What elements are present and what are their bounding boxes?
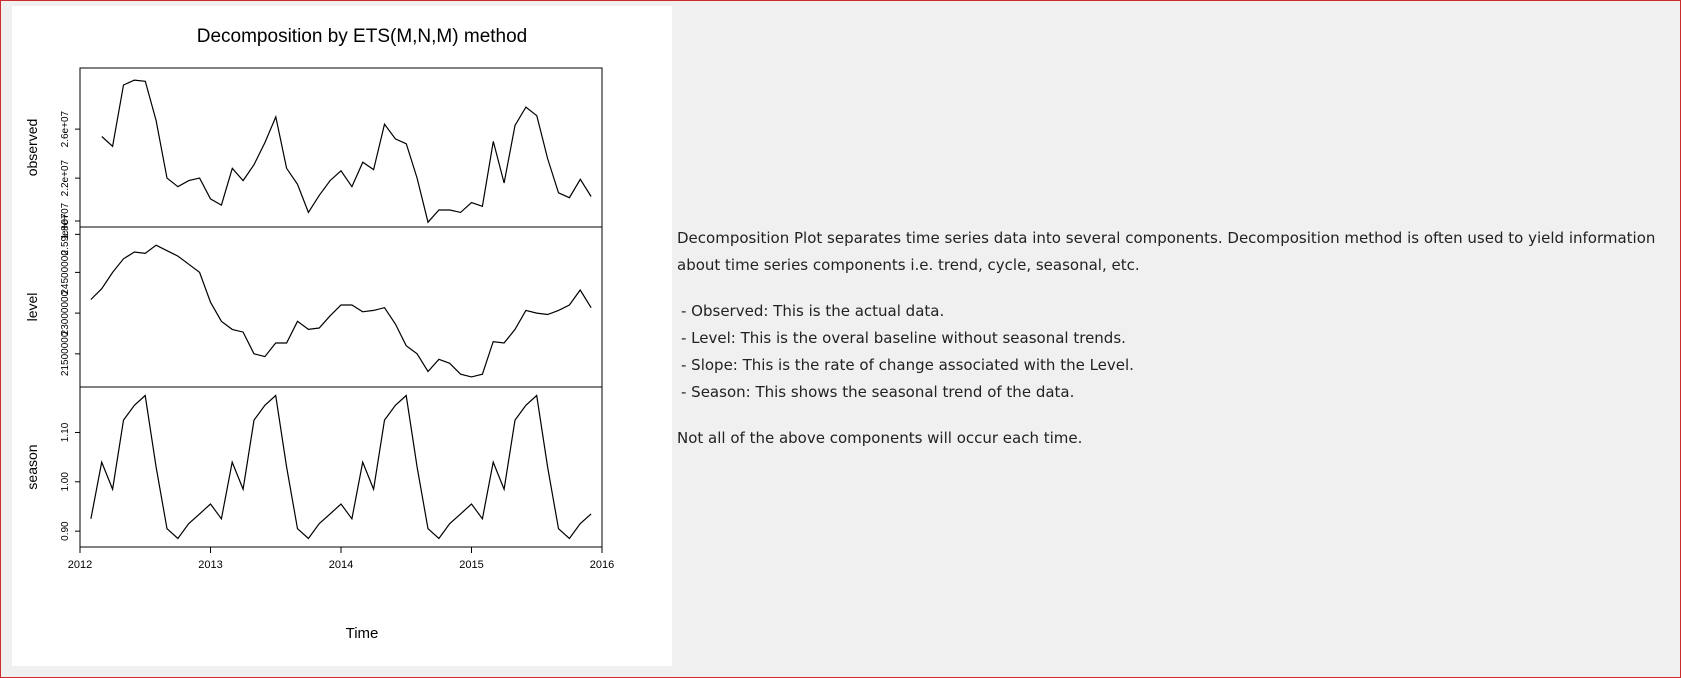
y-axis-label-level: level — [24, 293, 40, 322]
y-tick-label-level: 2.59e+07 — [60, 213, 71, 255]
x-tick-label: 2015 — [459, 559, 483, 571]
y-tick-label-season: 1.10 — [60, 422, 71, 442]
description-panel: Decomposition Plot separates time series… — [677, 225, 1667, 452]
y-tick-label-season: 1.00 — [60, 472, 71, 492]
x-tick-label: 2016 — [590, 559, 614, 571]
panel-frame-level — [79, 226, 603, 388]
description-note: Not all of the above components will occ… — [677, 429, 1083, 447]
list-item: - Observed: This is the actual data. — [681, 302, 945, 320]
series-line-season — [90, 394, 592, 540]
x-tick-label: 2012 — [68, 559, 92, 571]
x-axis-label: Time — [346, 625, 379, 642]
list-item: - Season: This shows the seasonal trend … — [681, 383, 1075, 401]
list-item: - Level: This is the overal baseline wit… — [681, 329, 1126, 347]
component-list: - Observed: This is the actual data. - L… — [677, 298, 1667, 406]
decomposition-chart: Decomposition by ETS(M,N,M) method Time … — [12, 6, 672, 666]
y-tick-label-observed: 2.2e+07 — [60, 159, 71, 196]
y-axis-label-observed: observed — [24, 119, 40, 177]
series-line-observed — [101, 79, 592, 224]
x-tick-label: 2013 — [198, 559, 222, 571]
plot-layer: 1.8e+072.2e+072.6e+07observed21500000230… — [24, 67, 614, 571]
description-intro: Decomposition Plot separates time series… — [677, 229, 1656, 274]
series-line-level — [90, 244, 592, 378]
y-tick-label-observed: 2.6e+07 — [60, 110, 71, 147]
panel-frame-season — [79, 386, 603, 548]
y-tick-label-level: 24500000 — [60, 250, 71, 295]
y-tick-label-level: 23000000 — [60, 290, 71, 335]
y-tick-label-season: 0.90 — [60, 521, 71, 541]
x-tick-label: 2014 — [329, 559, 353, 571]
y-tick-label-level: 21500000 — [60, 331, 71, 376]
panel-frame-observed — [79, 67, 603, 228]
chart-title: Decomposition by ETS(M,N,M) method — [197, 26, 528, 47]
chart-canvas: Decomposition by ETS(M,N,M) method Time … — [24, 26, 614, 642]
list-item: - Slope: This is the rate of change asso… — [681, 356, 1134, 374]
y-axis-label-season: season — [24, 444, 40, 489]
